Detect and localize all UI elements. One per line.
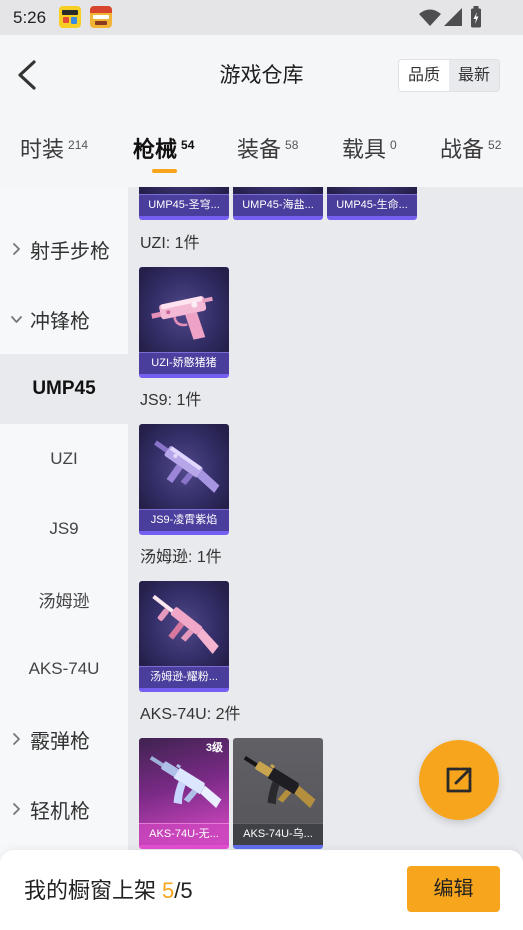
weapon-card-label: UMP45-海盐... [233, 194, 323, 216]
sidebar-category-marksman-rifle[interactable]: 射手步枪 [0, 214, 128, 284]
share-icon [446, 767, 472, 793]
weapon-card[interactable]: UMP45-生命... [327, 187, 417, 220]
sidebar-item-uzi[interactable]: UZI [0, 424, 128, 494]
weapon-card-label: AKS-74U-无... [139, 823, 229, 845]
tab-label: 时装 [20, 137, 65, 162]
weapon-card-label: UMP45-圣穹... [139, 194, 229, 216]
app-notification-icon [90, 6, 112, 28]
weapon-card-label: AKS-74U-乌... [233, 823, 323, 845]
weapon-image [154, 440, 220, 493]
chevron-right-icon [13, 733, 20, 745]
tab-guns[interactable]: 枪械 54 [133, 133, 194, 167]
chevron-right-icon [13, 803, 20, 815]
share-button[interactable] [419, 740, 499, 820]
tab-equipment[interactable]: 装备 58 [237, 133, 298, 167]
sort-toggle: 品质 最新 [398, 59, 500, 92]
battery-icon [471, 6, 481, 28]
weapon-card-label: 汤姆逊-耀粉... [139, 666, 229, 688]
sidebar-item-js9[interactable]: JS9 [0, 494, 128, 564]
active-tab-indicator [152, 169, 177, 173]
sidebar-category-label: 射手步枪 [30, 240, 110, 263]
weapon-card[interactable]: UMP45-海盐... [233, 187, 323, 220]
weapon-card-label: JS9-凌霄紫焰 [139, 509, 229, 531]
sidebar-item-label: UZI [50, 449, 78, 468]
group-title-aks74u: AKS-74U: 2件 [140, 706, 241, 723]
showcase-bar: 我的橱窗上架 5/5 编辑 [0, 850, 523, 930]
status-time: 5:26 [13, 8, 47, 27]
weapon-card[interactable]: UZI-娇憨猪猪 [139, 267, 229, 378]
weapon-card[interactable]: JS9-凌霄紫焰 [139, 424, 229, 535]
sidebar-category-smg[interactable]: 冲锋枪 [0, 284, 128, 354]
weapon-image [152, 594, 219, 654]
tab-count: 54 [181, 138, 195, 152]
sidebar-item-label: UMP45 [32, 378, 96, 399]
tab-label: 战备 [440, 137, 485, 162]
showcase-used-count: 5 [162, 878, 175, 903]
weapon-card[interactable]: AKS-74U-乌... [233, 738, 323, 849]
sidebar-item-label: AKS-74U [28, 659, 100, 678]
app-screen: 5:26 游戏仓库 品质 最新 时装 214 枪械 54 装备 58 载具 0 战备 52 [0, 0, 523, 930]
chevron-right-icon [13, 243, 20, 255]
sidebar-item-thompson[interactable]: 汤姆逊 [0, 564, 128, 634]
sidebar-category-shotgun[interactable]: 霰弹枪 [0, 704, 128, 774]
app-notification-icon [59, 6, 81, 28]
sidebar-item-ump45[interactable]: UMP45 [0, 354, 128, 424]
tab-fashion[interactable]: 时装 214 [20, 133, 88, 167]
sidebar-category-label: 霰弹枪 [30, 730, 90, 753]
sidebar-category-lmg[interactable]: 轻机枪 [0, 774, 128, 844]
tab-label: 枪械 [133, 137, 178, 162]
tab-count: 52 [488, 138, 502, 152]
sidebar-item-aks74u[interactable]: AKS-74U [0, 634, 128, 704]
tab-label: 装备 [237, 137, 282, 162]
tab-supplies[interactable]: 战备 52 [440, 133, 501, 167]
weapon-image [243, 756, 316, 808]
sidebar-item-label: 汤姆逊 [38, 591, 90, 611]
chevron-down-icon [11, 316, 22, 323]
sort-option-latest[interactable]: 最新 [449, 60, 499, 91]
tab-label: 载具 [342, 137, 387, 162]
sort-option-quality[interactable]: 品质 [399, 60, 449, 91]
tab-count: 58 [285, 138, 299, 152]
weapon-card[interactable]: 汤姆逊-耀粉... [139, 581, 229, 692]
tab-count: 214 [68, 138, 89, 152]
sidebar-category-label: 轻机枪 [30, 800, 90, 823]
level-badge: 3级 [205, 742, 223, 754]
weapon-image [151, 296, 213, 340]
signal-icon [444, 8, 462, 26]
weapon-card-label: UMP45-生命... [327, 194, 417, 216]
group-title-thompson: 汤姆逊: 1件 [140, 549, 222, 566]
showcase-capacity: /5 [174, 878, 193, 903]
group-title-uzi: UZI: 1件 [140, 235, 200, 252]
weapon-card[interactable]: 3级 AKS-74U-无... [139, 738, 229, 849]
weapon-card-label: UZI-娇憨猪猪 [139, 352, 229, 374]
sidebar-category-label: 冲锋枪 [30, 310, 90, 333]
sidebar-item-label: JS9 [49, 519, 79, 538]
tab-vehicles[interactable]: 载具 0 [342, 133, 397, 167]
status-bar: 5:26 [0, 0, 523, 35]
wifi-icon [419, 9, 441, 26]
edit-button[interactable]: 编辑 [407, 866, 500, 912]
showcase-label: 我的橱窗上架 5/5 [24, 877, 193, 905]
showcase-title: 我的橱窗上架 [24, 878, 157, 903]
weapon-card[interactable]: UMP45-圣穹... [139, 187, 229, 220]
group-title-js9: JS9: 1件 [140, 392, 202, 409]
tab-count: 0 [390, 138, 397, 152]
category-sidebar: 射手步枪 冲锋枪 UMP45 UZI JS9 汤姆逊 AKS-74U 霰弹枪 轻… [0, 187, 128, 877]
